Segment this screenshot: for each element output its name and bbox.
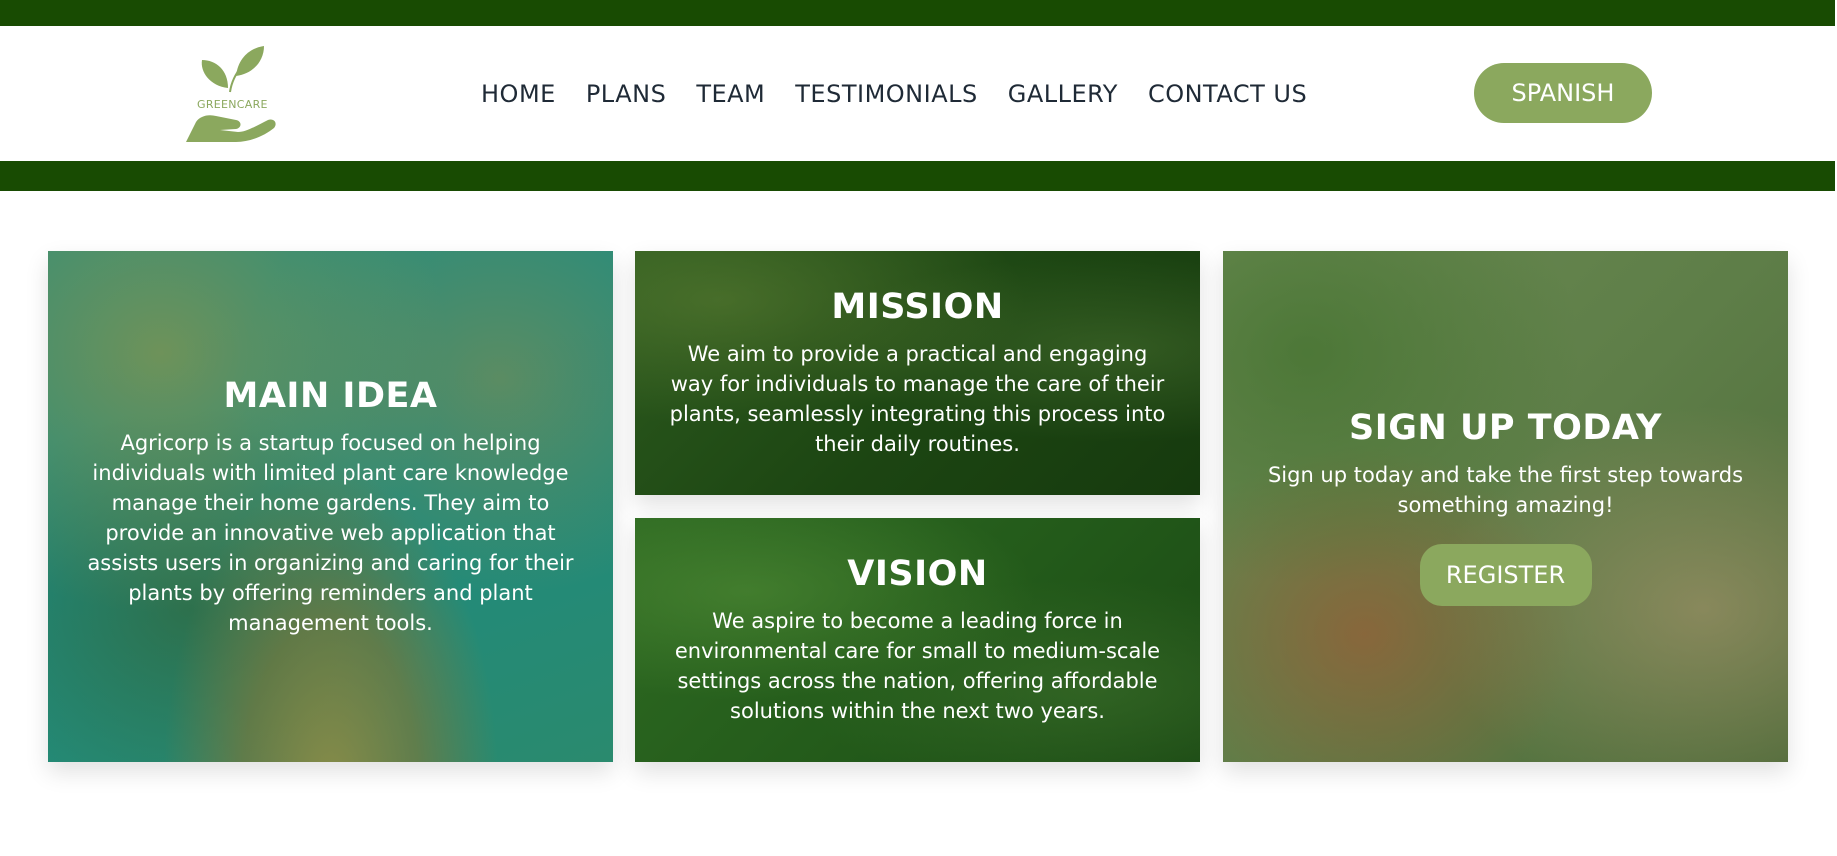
nav-item-team[interactable]: TEAM	[696, 80, 765, 108]
site-header: GREENCARE HOME PLANS TEAM TESTIMONIALS G…	[0, 26, 1835, 161]
vision-title: VISION	[847, 554, 988, 594]
spanish-language-button[interactable]: SPANISH	[1474, 63, 1652, 123]
vision-text: We aspire to become a leading force in e…	[674, 609, 1161, 723]
leaf-hand-logo-icon	[186, 46, 276, 142]
main-idea-card: MAIN IDEA Agricorp is a startup focused …	[48, 251, 613, 762]
main-idea-title: MAIN IDEA	[223, 375, 438, 416]
vision-card: VISION We aspire to become a leading for…	[635, 518, 1200, 762]
nav-item-plans[interactable]: PLANS	[586, 80, 667, 108]
main-idea-text: Agricorp is a startup focused on helping…	[87, 430, 574, 635]
header-bottom-band	[0, 161, 1835, 191]
mission-card: MISSION We aim to provide a practical an…	[635, 251, 1200, 495]
mission-title: MISSION	[831, 287, 1004, 327]
nav-item-testimonials[interactable]: TESTIMONIALS	[795, 80, 977, 108]
logo-text: GREENCARE	[197, 98, 268, 111]
nav-item-home[interactable]: HOME	[481, 80, 556, 108]
mission-text: We aim to provide a practical and engagi…	[669, 342, 1166, 456]
register-button[interactable]: REGISTER	[1419, 543, 1592, 606]
signup-text: Sign up today and take the first step to…	[1267, 462, 1744, 517]
nav-item-gallery[interactable]: GALLERY	[1008, 80, 1118, 108]
top-green-band	[0, 0, 1835, 26]
signup-card: SIGN UP TODAY Sign up today and take the…	[1223, 251, 1788, 762]
nav-item-contact-us[interactable]: CONTACT US	[1148, 80, 1307, 108]
main-nav: HOME PLANS TEAM TESTIMONIALS GALLERY CON…	[481, 26, 1307, 161]
greencare-logo[interactable]: GREENCARE	[180, 40, 280, 144]
signup-title: SIGN UP TODAY	[1349, 407, 1662, 448]
